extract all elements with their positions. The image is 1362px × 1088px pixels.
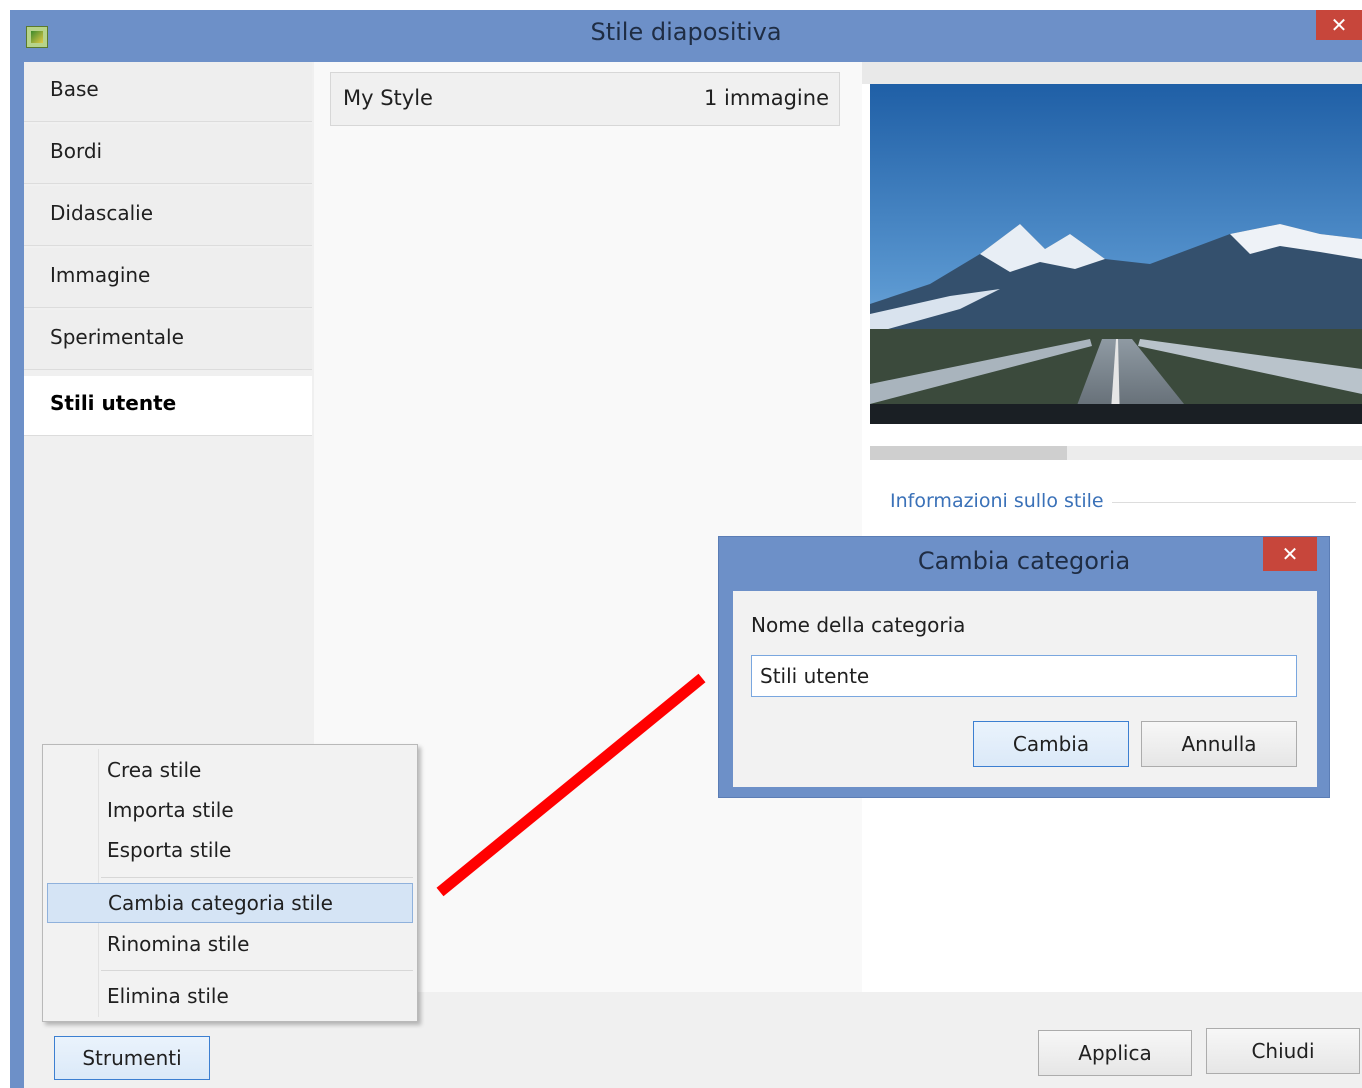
menu-item-create-style[interactable]: Crea stile <box>47 751 413 791</box>
category-name-input[interactable] <box>751 655 1297 697</box>
menu-item-import-style[interactable]: Importa stile <box>47 791 413 831</box>
menu-item-change-category[interactable]: Cambia categoria stile <box>47 883 413 923</box>
tools-context-menu: Crea stile Importa stile Esporta stile C… <box>42 744 418 1022</box>
menu-separator <box>101 970 413 971</box>
dialog-close-button[interactable]: ✕ <box>1263 537 1317 571</box>
category-name-label: Nome della categoria <box>751 613 966 637</box>
dialog-body: Nome della categoria Cambia Annulla <box>733 591 1317 787</box>
change-category-dialog: Cambia categoria ✕ Nome della categoria … <box>718 536 1330 798</box>
dialog-title: Cambia categoria <box>917 547 1131 575</box>
menu-item-rename-style[interactable]: Rinomina stile <box>47 925 413 965</box>
menu-item-export-style[interactable]: Esporta stile <box>47 831 413 871</box>
menu-separator <box>101 877 413 878</box>
menu-item-delete-style[interactable]: Elimina stile <box>47 977 413 1017</box>
cancel-button[interactable]: Annulla <box>1141 721 1297 767</box>
change-button[interactable]: Cambia <box>973 721 1129 767</box>
